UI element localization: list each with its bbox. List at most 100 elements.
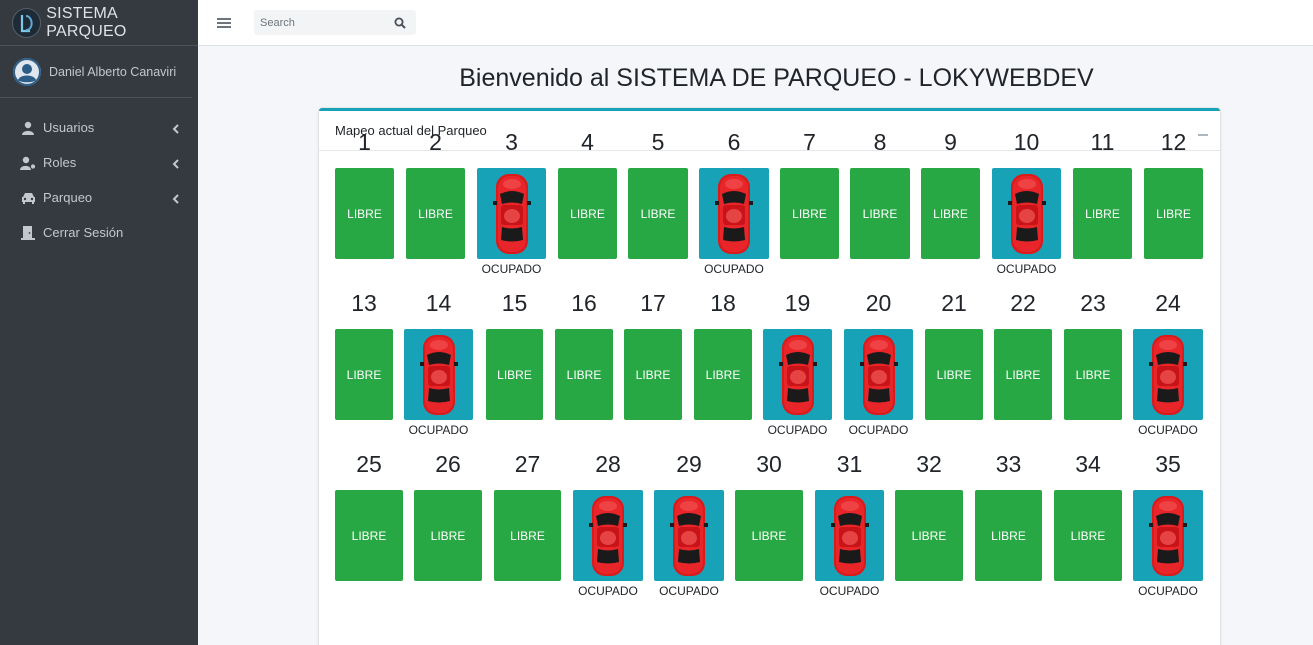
free-spot-box[interactable]: LIBRE xyxy=(335,168,394,259)
parking-spot[interactable]: 10 OCUPADO xyxy=(992,129,1061,277)
occupied-spot-box[interactable] xyxy=(699,168,769,259)
parking-spot[interactable]: 30 LIBRE xyxy=(735,451,803,599)
parking-spot[interactable]: 19 OCUPADO xyxy=(763,290,832,438)
occupied-spot-box[interactable] xyxy=(573,490,643,581)
occupied-spot-box[interactable] xyxy=(654,490,724,581)
occupied-spot-box[interactable] xyxy=(477,168,546,259)
car-top-view-icon xyxy=(492,173,531,254)
occupied-spot-box[interactable] xyxy=(1133,490,1203,581)
free-spot-box[interactable]: LIBRE xyxy=(486,329,543,420)
free-spot-box[interactable]: LIBRE xyxy=(895,490,963,581)
free-spot-box[interactable]: LIBRE xyxy=(975,490,1042,581)
parking-spot[interactable]: 16 LIBRE xyxy=(555,290,613,438)
spot-number: 18 xyxy=(710,290,736,316)
menu-toggle-button[interactable] xyxy=(215,14,233,32)
page-title: Bienvenido al SISTEMA DE PARQUEO - LOKYW… xyxy=(459,64,1094,92)
sidebar-item-cerrar-sesion[interactable]: Cerrar Sesión xyxy=(0,215,198,250)
parking-spot[interactable]: 3 OCUPADO xyxy=(477,129,546,277)
free-spot-box[interactable]: LIBRE xyxy=(735,490,803,581)
spot-status-label: LIBRE xyxy=(570,206,605,221)
parking-spot[interactable]: 33 LIBRE xyxy=(975,451,1042,599)
spot-status-label: OCUPADO xyxy=(659,584,719,598)
free-spot-box[interactable]: LIBRE xyxy=(994,329,1052,420)
parking-spot[interactable]: 24 OCUPADO xyxy=(1133,290,1203,438)
spot-number: 3 xyxy=(505,129,518,155)
parking-spot[interactable]: 21 LIBRE xyxy=(925,290,983,438)
parking-spot[interactable]: 25 LIBRE xyxy=(335,451,403,599)
occupied-spot-box[interactable] xyxy=(763,329,832,420)
parking-spot[interactable]: 2 LIBRE xyxy=(406,129,465,277)
parking-spot[interactable]: 15 LIBRE xyxy=(486,290,543,438)
parking-spot[interactable]: 22 LIBRE xyxy=(994,290,1052,438)
free-spot-box[interactable]: LIBRE xyxy=(335,329,393,420)
free-spot-box[interactable]: LIBRE xyxy=(1054,490,1122,581)
free-spot-box[interactable]: LIBRE xyxy=(921,168,980,259)
spot-status-label: LIBRE xyxy=(705,367,741,382)
parking-spot[interactable]: 1 LIBRE xyxy=(335,129,394,277)
sidebar-item-usuarios[interactable]: Usuarios xyxy=(0,110,198,145)
free-spot-box[interactable]: LIBRE xyxy=(780,168,839,259)
free-spot-box[interactable]: LIBRE xyxy=(1073,168,1132,259)
free-spot-box[interactable]: LIBRE xyxy=(555,329,613,420)
spot-number: 28 xyxy=(595,451,621,477)
free-spot-box[interactable]: LIBRE xyxy=(694,329,752,420)
parking-spot[interactable]: 6 OCUPADO xyxy=(699,129,769,277)
parking-spot[interactable]: 32 LIBRE xyxy=(895,451,963,599)
free-spot-box[interactable]: LIBRE xyxy=(414,490,482,581)
user-panel[interactable]: Daniel Alberto Canaviri xyxy=(0,46,192,98)
parking-spot[interactable]: 28 OCUPADO xyxy=(573,451,643,599)
parking-spot[interactable]: 9 LIBRE xyxy=(921,129,980,277)
parking-spot[interactable]: 11 LIBRE xyxy=(1073,129,1132,277)
search-input[interactable] xyxy=(254,16,390,29)
sidebar-item-label: Roles xyxy=(43,155,77,170)
spot-number: 15 xyxy=(501,290,528,316)
free-spot-box[interactable]: LIBRE xyxy=(558,168,617,259)
parking-spot[interactable]: 27 LIBRE xyxy=(494,451,561,599)
parking-spot[interactable]: 7 LIBRE xyxy=(780,129,839,277)
brand[interactable]: SISTEMA PARQUEO xyxy=(0,0,198,46)
free-spot-box[interactable]: LIBRE xyxy=(1064,329,1122,420)
free-spot-box[interactable]: LIBRE xyxy=(335,490,403,581)
occupied-spot-box[interactable] xyxy=(1133,329,1203,420)
parking-spot[interactable]: 23 LIBRE xyxy=(1064,290,1122,438)
parking-spot[interactable]: 5 LIBRE xyxy=(628,129,688,277)
parking-spot[interactable]: 35 OCUPADO xyxy=(1133,451,1203,599)
spot-status-label: LIBRE xyxy=(991,528,1026,543)
free-spot-box[interactable]: LIBRE xyxy=(1144,168,1203,259)
parking-spot[interactable]: 4 LIBRE xyxy=(558,129,617,277)
parking-spot[interactable]: 34 LIBRE xyxy=(1054,451,1122,599)
parking-spot[interactable]: 31 OCUPADO xyxy=(815,451,884,599)
occupied-spot-box[interactable] xyxy=(844,329,913,420)
free-spot-box[interactable]: LIBRE xyxy=(850,168,910,259)
spot-status-label: LIBRE xyxy=(566,367,602,382)
free-spot-box[interactable]: LIBRE xyxy=(494,490,561,581)
parking-spot[interactable]: 18 LIBRE xyxy=(694,290,752,438)
parking-spot[interactable]: 17 LIBRE xyxy=(624,290,682,438)
occupied-spot-box[interactable] xyxy=(404,329,473,420)
spot-number: 27 xyxy=(514,451,541,477)
parking-spot[interactable]: 20 OCUPADO xyxy=(844,290,913,438)
spot-status-label: OCUPADO xyxy=(996,262,1057,276)
parking-spot[interactable]: 14 OCUPADO xyxy=(404,290,473,438)
parking-spot[interactable]: 13 LIBRE xyxy=(335,290,393,438)
free-spot-box[interactable]: LIBRE xyxy=(406,168,465,259)
spot-number: 9 xyxy=(944,129,957,155)
sidebar-item-parqueo[interactable]: Parqueo xyxy=(0,180,198,215)
parking-spot[interactable]: 26 LIBRE xyxy=(414,451,482,599)
occupied-spot-box[interactable] xyxy=(815,490,884,581)
free-spot-box[interactable]: LIBRE xyxy=(628,168,688,259)
spot-number: 1 xyxy=(358,129,371,155)
spot-number: 32 xyxy=(916,451,942,477)
free-spot-box[interactable]: LIBRE xyxy=(624,329,682,420)
parking-spot[interactable]: 29 OCUPADO xyxy=(654,451,724,599)
car-top-view-icon xyxy=(1149,495,1187,576)
parking-spot[interactable]: 8 LIBRE xyxy=(850,129,910,277)
spot-status-label: OCUPADO xyxy=(767,423,828,437)
occupied-spot-box[interactable] xyxy=(992,168,1061,259)
free-spot-box[interactable]: LIBRE xyxy=(925,329,983,420)
sidebar-item-roles[interactable]: Roles xyxy=(0,145,198,180)
spot-status-label: LIBRE xyxy=(751,528,787,543)
spot-status-label: LIBRE xyxy=(430,528,466,543)
search-button[interactable] xyxy=(390,13,410,33)
parking-spot[interactable]: 12 LIBRE xyxy=(1144,129,1203,277)
